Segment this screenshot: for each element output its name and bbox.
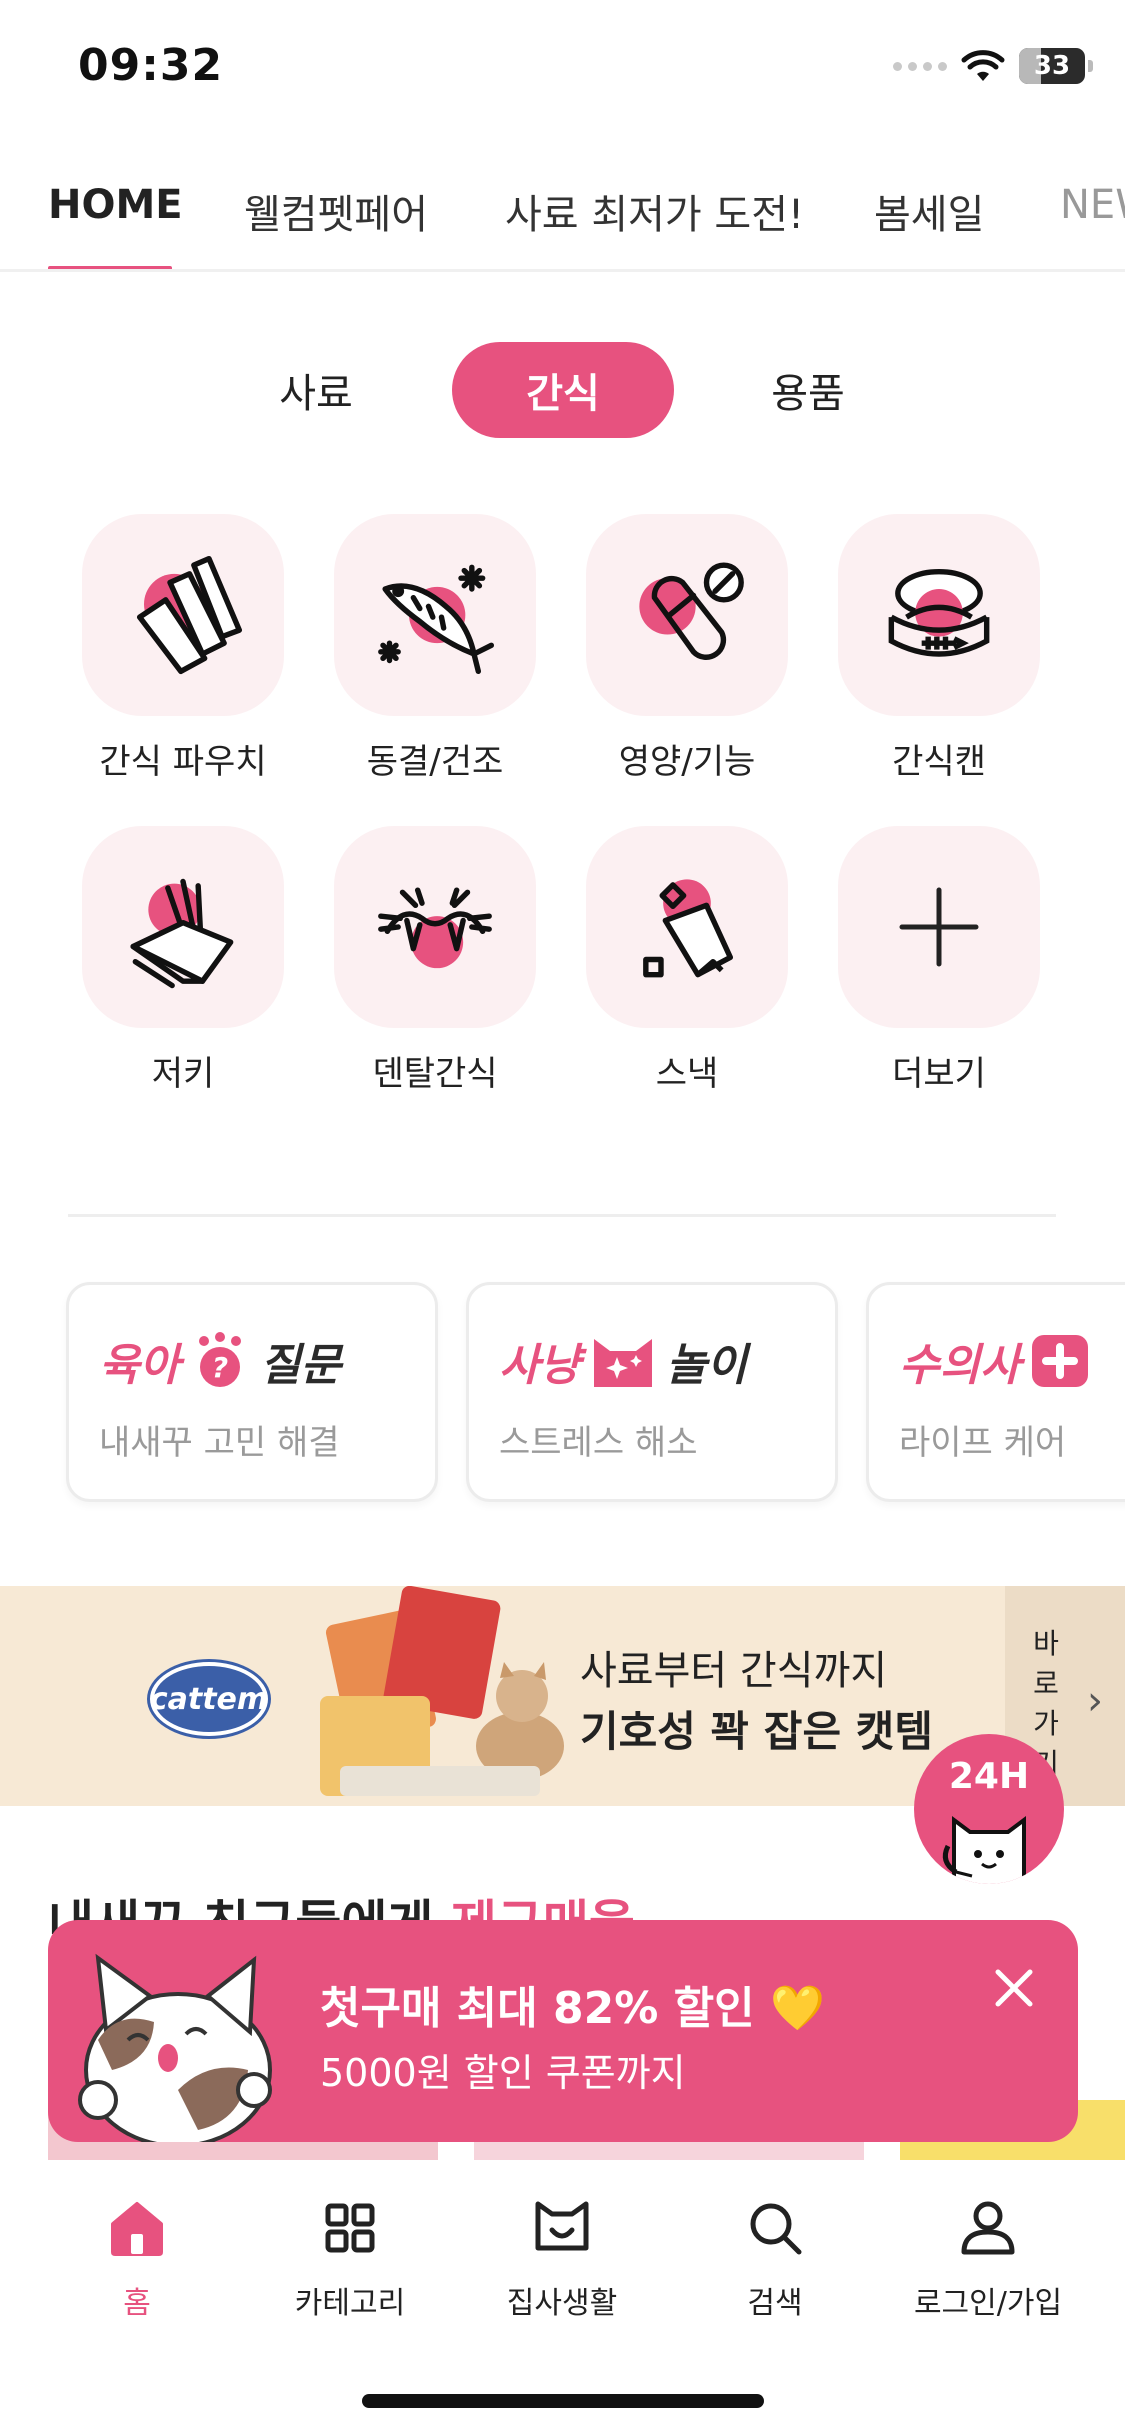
nav-login[interactable]: 로그인/가입 [888, 2196, 1088, 2322]
medical-plus-icon [1032, 1335, 1089, 1387]
category-freeze-dried[interactable]: 동결/건조 [330, 514, 540, 783]
top-tab-bar: HOME 웰컴펫페어 사료 최저가 도전! 봄세일 NEW [0, 140, 1125, 272]
cellular-signal-icon [893, 61, 947, 71]
card-subtitle: 내새꾸 고민 해결 [99, 1423, 340, 1463]
snack-bag-icon [643, 879, 734, 978]
snack-can-icon [888, 568, 990, 657]
dental-snack-icon [378, 887, 492, 969]
nav-category[interactable]: 카테고리 [250, 2196, 450, 2322]
community-card-parenting[interactable]: 육아 ? 질문 내새꾸 고민 해결 [66, 1282, 438, 1502]
category-label: 영양/기능 [618, 742, 756, 782]
first-purchase-promo-toast[interactable]: 첫구매 최대 82% 할인 💛 5000원 할인 쿠폰까지 [48, 1920, 1078, 2142]
category-label: 더보기 [892, 1054, 986, 1094]
customer-support-24h-button[interactable]: 24H [914, 1734, 1064, 1884]
close-icon[interactable] [986, 1960, 1042, 2016]
tab-home[interactable]: HOME [48, 182, 183, 228]
tab-spring-sale[interactable]: 봄세일 [874, 182, 984, 240]
category-snack[interactable]: 스낵 [582, 826, 792, 1095]
cat-sparkle-icon [593, 1339, 652, 1387]
battery-icon: 33 [1019, 48, 1093, 84]
nav-label: 로그인/가입 [913, 2286, 1063, 2321]
card-title-b: 질문 [259, 1340, 341, 1391]
status-time: 09:32 [78, 40, 224, 91]
nav-butler-life[interactable]: 집사생활 [462, 2196, 662, 2322]
category-label: 덴탈간식 [372, 1054, 498, 1094]
banner-headline: 사료부터 간식까지 [580, 1648, 888, 1694]
chevron-right-icon: › [1087, 1678, 1103, 1724]
cat-mascot-image [78, 1953, 272, 2142]
toast-subline: 5000원 할인 쿠폰까지 [320, 2051, 686, 2095]
cat-face-icon [535, 2201, 589, 2251]
product-bags-image [320, 1586, 564, 1796]
nav-label: 검색 [747, 2286, 803, 2321]
community-card-hunting[interactable]: 사냥 놀이 스트레스 해소 [466, 1282, 838, 1502]
card-title: 사냥 놀이 [499, 1329, 747, 1393]
card-subtitle: 라이프 케어 [899, 1423, 1067, 1463]
search-icon [750, 2203, 802, 2255]
nav-label: 집사생활 [506, 2286, 618, 2321]
card-title-b: 놀이 [665, 1340, 747, 1391]
category-snack-can[interactable]: 간식캔 [834, 514, 1044, 783]
tab-lowest-price[interactable]: 사료 최저가 도전! [505, 182, 804, 240]
card-title-a: 육아 [99, 1340, 180, 1391]
card-subtitle: 스트레스 해소 [499, 1423, 698, 1463]
status-indicators: 33 [893, 48, 1093, 84]
category-snack-pouch[interactable]: 간식 파우치 [78, 514, 288, 783]
nav-search[interactable]: 검색 [675, 2196, 875, 2322]
wifi-icon [961, 50, 1005, 81]
supplement-pill-icon [639, 562, 744, 660]
freeze-dried-fish-icon [378, 564, 495, 675]
category-dental[interactable]: 덴탈간식 [330, 826, 540, 1095]
home-indicator [362, 2394, 764, 2408]
support-cat-icon [942, 1816, 1026, 1884]
category-nutrition[interactable]: 영양/기능 [582, 514, 792, 783]
banner-subheadline: 기호성 꽉 잡은 캣템 [580, 1707, 933, 1756]
community-card-vet[interactable]: 수의사 라이프 케어 [866, 1282, 1125, 1502]
segment-supplies[interactable]: 용품 [738, 342, 878, 438]
category-label: 저키 [151, 1054, 215, 1094]
snack-pouch-icon [136, 555, 243, 675]
category-grid-icon [325, 2203, 375, 2253]
toast-headline: 첫구매 최대 82% 할인 💛 [320, 1983, 825, 2034]
fab-24h-label: 24H [948, 1756, 1030, 1797]
user-icon [961, 2201, 1015, 2255]
svg-text:?: ? [212, 1351, 228, 1384]
question-paw-icon: ? [198, 1332, 241, 1387]
category-more[interactable]: 더보기 [834, 826, 1044, 1095]
category-label: 간식캔 [892, 742, 986, 782]
category-label: 간식 파우치 [99, 742, 267, 782]
battery-percent: 33 [1033, 51, 1071, 81]
card-title: 육아 ? 질문 [99, 1329, 341, 1393]
category-jerky[interactable]: 저키 [78, 826, 288, 1095]
segment-snack[interactable]: 간식 [452, 342, 674, 438]
nav-label: 홈 [123, 2286, 151, 2321]
category-label: 동결/건조 [366, 742, 504, 782]
category-label: 스낵 [655, 1054, 719, 1094]
cattem-logo: cattem [150, 1662, 268, 1736]
status-bar: 09:32 33 [0, 0, 1125, 140]
home-icon [111, 2202, 163, 2256]
jerky-icon [130, 878, 234, 989]
tab-welcome-pet-fair[interactable]: 웰컴펫페어 [244, 182, 428, 240]
card-title-a: 수의사 [899, 1340, 1021, 1391]
plus-icon [899, 887, 979, 967]
active-tab-indicator [48, 266, 172, 269]
tab-new[interactable]: NEW [1060, 182, 1125, 228]
segment-food[interactable]: 사료 [246, 342, 386, 438]
card-title-a: 사냥 [499, 1340, 580, 1391]
nav-home[interactable]: 홈 [37, 2196, 237, 2322]
card-title: 수의사 [899, 1329, 1090, 1393]
nav-label: 카테고리 [294, 2286, 406, 2321]
section-divider [68, 1214, 1056, 1217]
